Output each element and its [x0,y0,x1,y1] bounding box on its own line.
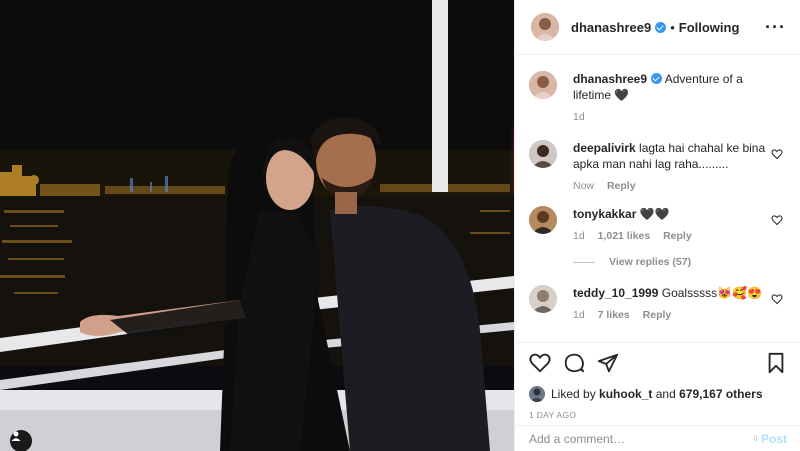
comments-list[interactable]: dhanashree9 Adventure of a lifetime 🖤 1d… [515,56,800,341]
comment-meta: 1d 1,021 likes Reply [573,228,767,244]
view-replies-button[interactable]: View replies (57) [573,256,691,268]
tagged-users-icon[interactable] [10,430,32,451]
like-comment-heart-icon[interactable] [771,148,783,160]
view-replies-divider [573,261,595,263]
header-separator: • [670,19,675,35]
likes-count[interactable]: 679,167 others [679,387,762,401]
comment-item: teddy_10_1999 Goalsssss😻🥰😍 1d 7 likes Re… [529,285,791,323]
comment-meta: 1d 7 likes Reply [573,307,767,323]
caption-emoji: 🖤 [614,88,630,102]
couple-photo-illustration [0,0,514,451]
post-actions: Liked by kuhook_t and 679,167 others 1 D… [515,342,800,420]
more-options-icon[interactable]: ··· [765,18,786,36]
reply-button[interactable]: Reply [643,309,672,321]
likes-prefix: Liked by [551,387,596,401]
like-heart-icon[interactable] [529,352,551,374]
verified-badge-icon [651,73,663,84]
caption-meta: 1d [573,109,767,125]
author-avatar[interactable] [531,13,559,41]
post-side-panel: dhanashree9 • Following ··· dhanashree9 … [514,0,800,451]
watermark-icon: ⇩ [752,434,759,443]
comment-username[interactable]: deepalivirk [573,141,636,155]
following-button[interactable]: Following [679,20,740,35]
likes-summary: Liked by kuhook_t and 679,167 others [529,386,787,402]
caption-time[interactable]: 1d [573,111,585,123]
comment-meta: Now Reply [573,178,767,194]
comment-time[interactable]: 1d [573,309,585,321]
view-replies-label: View replies (57) [609,256,692,268]
comment-likes[interactable]: 1,021 likes [598,230,651,242]
like-comment-heart-icon[interactable] [771,214,783,226]
post-header: dhanashree9 • Following ··· [515,0,800,55]
post-button[interactable]: Post [761,432,787,446]
reply-button[interactable]: Reply [607,180,636,192]
commenter-avatar[interactable] [529,140,557,168]
liker-avatar[interactable] [529,386,545,402]
verified-badge-icon [655,21,667,33]
share-send-icon[interactable] [597,352,619,374]
comment-bubble-icon[interactable] [563,352,585,374]
post-timestamp[interactable]: 1 DAY AGO [529,410,787,420]
caption-username[interactable]: dhanashree9 [573,72,647,86]
comment-text: Goalsssss😻🥰😍 [661,286,762,300]
comment-username[interactable]: teddy_10_1999 [573,286,658,300]
comment-item: tonykakkar 🖤🖤 1d 1,021 likes Reply [529,206,791,244]
action-bar [529,351,787,375]
add-comment-bar: ⇩ Post [515,425,800,451]
comment-username[interactable]: tonykakkar [573,207,636,221]
like-comment-heart-icon[interactable] [771,293,783,305]
comment-likes[interactable]: 7 likes [598,309,630,321]
liker-username[interactable]: kuhook_t [599,387,652,401]
author-username[interactable]: dhanashree9 [571,20,651,35]
commenter-avatar[interactable] [529,285,557,313]
comment-input[interactable] [529,431,753,446]
bookmark-icon[interactable] [765,352,787,374]
caption-avatar[interactable] [529,71,557,99]
comment-time[interactable]: 1d [573,230,585,242]
reply-button[interactable]: Reply [663,230,692,242]
post-photo[interactable] [0,0,514,451]
caption: dhanashree9 Adventure of a lifetime 🖤 1d [529,71,791,125]
comment-item: deepalivirk lagta hai chahal ke bina apk… [529,140,791,194]
comment-text: 🖤🖤 [639,207,670,221]
commenter-avatar[interactable] [529,206,557,234]
comment-time[interactable]: Now [573,180,594,192]
likes-and: and [655,387,676,401]
